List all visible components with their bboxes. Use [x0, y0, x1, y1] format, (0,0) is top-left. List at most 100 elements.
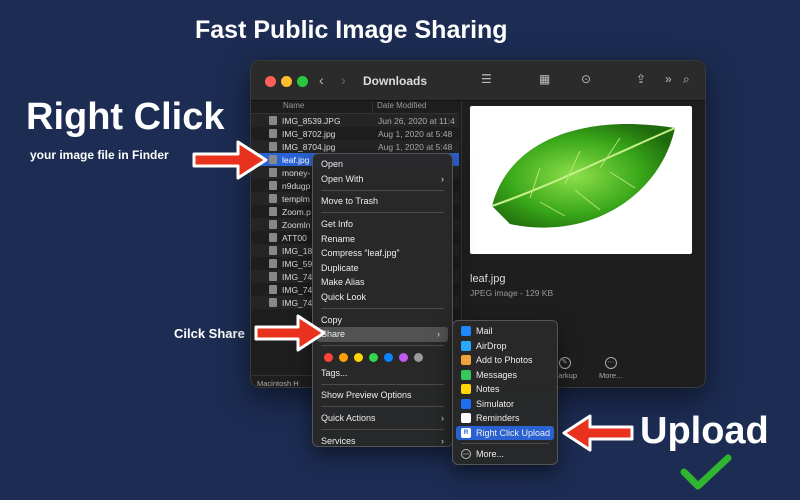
tag-color-dot[interactable] [324, 353, 333, 363]
file-thumbnail-icon [269, 194, 277, 203]
menu-item-open-with[interactable]: Open With › [313, 172, 452, 187]
share-item-label: Mail [476, 326, 493, 337]
markup-icon: ✎ [558, 357, 571, 369]
file-row[interactable]: IMG_8704.jpg Aug 1, 2020 at 5:48 [251, 140, 459, 153]
more-icon: ⋯ [461, 449, 471, 460]
airdrop-icon [461, 340, 471, 351]
leaf-preview-image [470, 106, 692, 254]
share-item-notes[interactable]: Notes [453, 382, 557, 397]
file-thumbnail-icon [269, 116, 277, 125]
share-item-mail[interactable]: Mail [453, 324, 557, 339]
tag-color-dot[interactable] [339, 353, 348, 363]
tag-colors [313, 350, 452, 366]
menu-item-copy[interactable]: Copy [313, 312, 452, 327]
menu-item-rename[interactable]: Rename [313, 231, 452, 246]
menu-item-make-alias[interactable]: Make Alias [313, 275, 452, 290]
share-item-label: Reminders [476, 413, 520, 424]
file-thumbnail-icon [269, 220, 277, 229]
list-view-icon[interactable]: ☰ [481, 72, 492, 86]
simulator-icon [461, 398, 471, 409]
share-items: Mail AirDrop Add to Photos Messages Notes Sim… [453, 324, 557, 440]
share-callout: Cilck Share [174, 326, 245, 341]
menu-item-show-preview-options[interactable]: Show Preview Options [313, 388, 452, 403]
menu-separator [321, 428, 444, 430]
date-column-header[interactable]: Date Modified [373, 101, 426, 113]
upload-arrow-icon [562, 414, 634, 452]
window-title: Downloads [363, 74, 428, 88]
action-menu-icon[interactable]: ⊙ [581, 72, 591, 86]
tag-color-dot[interactable] [369, 353, 378, 363]
preview-filename: leaf.jpg [470, 273, 506, 285]
share-item-reminders[interactable]: Reminders [453, 411, 557, 426]
menu-separator [461, 443, 549, 444]
back-arrow-icon[interactable]: ‹ [319, 72, 324, 88]
menu-item-move-to-trash[interactable]: Move to Trash [313, 194, 452, 209]
overflow-icon[interactable]: » [665, 72, 672, 86]
file-name: IMG_8539.JPG [282, 115, 341, 126]
file-thumbnail-icon [269, 155, 277, 164]
minimize-window-button[interactable] [281, 76, 292, 87]
file-thumbnail-icon [269, 181, 277, 190]
share-submenu: Mail AirDrop Add to Photos Messages Notes Sim… [452, 320, 558, 465]
right-click-upload-icon: R [461, 427, 471, 438]
file-thumbnail-icon [269, 272, 277, 281]
search-icon[interactable]: ⌕ [683, 72, 690, 87]
notes-icon [461, 384, 471, 395]
file-thumbnail-icon [269, 129, 277, 138]
reminders-icon [461, 413, 471, 424]
menu-item-quick-actions[interactable]: Quick Actions › [313, 411, 452, 426]
share-item-label: Simulator [476, 398, 515, 409]
tag-color-dot[interactable] [399, 353, 408, 363]
share-item-label: Right Click Upload [476, 427, 551, 438]
menu-separator [321, 406, 444, 408]
close-window-button[interactable] [265, 76, 276, 87]
chevron-right-icon: › [437, 329, 440, 340]
tag-color-dot[interactable] [414, 353, 423, 363]
file-name: IMG_8702.jpg [282, 128, 336, 139]
right-click-callout: Right Click [26, 96, 225, 138]
grid-view-icon[interactable]: ▦ [539, 72, 550, 86]
menu-item-duplicate[interactable]: Duplicate [313, 261, 452, 276]
name-column-header[interactable]: Name [251, 101, 373, 113]
menu-separator [321, 345, 444, 347]
file-thumbnail-icon [269, 233, 277, 242]
menu-item-services[interactable]: Services › [313, 433, 452, 448]
file-thumbnail-icon [269, 259, 277, 268]
menu-item-open[interactable]: Open [313, 157, 452, 172]
file-row[interactable]: IMG_8702.jpg Aug 1, 2020 at 5:48 [251, 127, 459, 140]
more-action[interactable]: ⋯ More... [599, 357, 622, 380]
tag-color-dot[interactable] [354, 353, 363, 363]
share-item-add-to-photos[interactable]: Add to Photos [453, 353, 557, 368]
share-item-messages[interactable]: Messages [453, 368, 557, 383]
file-name: IMG_8704.jpg [282, 141, 336, 152]
menu-item-get-info[interactable]: Get Info [313, 217, 452, 232]
share-icon[interactable]: ⇪ [636, 72, 646, 86]
upload-callout: Upload [640, 410, 769, 452]
right-click-subtext: your image file in Finder [30, 148, 169, 162]
preview-actions: ✎ Markup ⋯ More... [552, 357, 622, 380]
file-thumbnail-icon [269, 168, 277, 177]
share-item-right-click-upload[interactable]: R Right Click Upload [456, 425, 554, 440]
menu-item-compress[interactable]: Compress “leaf.jpg” [313, 246, 452, 261]
file-date: Aug 1, 2020 at 5:48 [378, 128, 453, 139]
file-thumbnail-icon [269, 298, 277, 307]
menu-item-share[interactable]: Share › [317, 326, 448, 342]
menu-item-quick-look[interactable]: Quick Look [313, 290, 452, 305]
file-date: Aug 1, 2020 at 5:48 [378, 141, 453, 152]
share-item-simulator[interactable]: Simulator [453, 397, 557, 412]
forward-arrow-icon[interactable]: › [341, 72, 346, 88]
more-icon: ⋯ [604, 357, 617, 369]
preview-filetype: JPEG image - 129 KB [470, 288, 554, 298]
tag-color-dot[interactable] [384, 353, 393, 363]
menu-item-tags[interactable]: Tags... [313, 366, 452, 381]
share-item-airdrop[interactable]: AirDrop [453, 339, 557, 354]
chevron-right-icon: › [441, 435, 444, 446]
share-item-more[interactable]: ⋯ More... [453, 447, 557, 462]
file-date: Jun 26, 2020 at 11:4 [378, 115, 455, 126]
share-item-label: Messages [476, 369, 518, 380]
chevron-right-icon: › [441, 173, 444, 184]
zoom-window-button[interactable] [297, 76, 308, 87]
chevron-right-icon: › [441, 413, 444, 424]
mail-icon [461, 326, 471, 337]
file-row[interactable]: IMG_8539.JPG Jun 26, 2020 at 11:4 [251, 114, 459, 127]
